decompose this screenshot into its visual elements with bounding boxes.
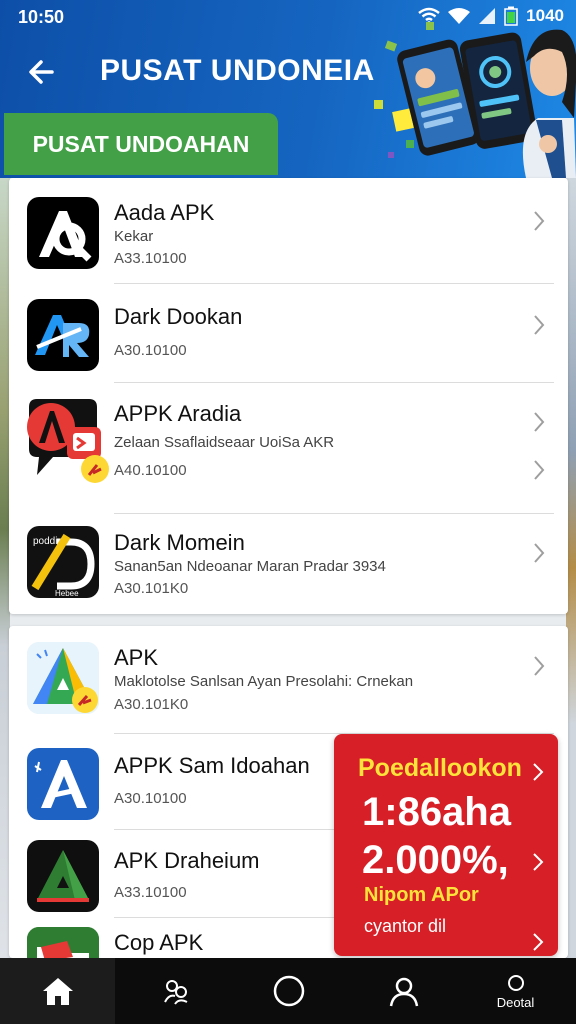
app-list-item[interactable]: poddi Hebee Dark Momein Sanan5an Ndeoana…	[9, 514, 568, 614]
page-title: PUSAT UNDONEIA	[100, 54, 375, 87]
home-icon	[42, 978, 73, 1005]
app-size: A33.10100	[114, 884, 187, 901]
promo-line-3: Nipom APor	[364, 884, 479, 906]
promo-illustration	[374, 22, 576, 178]
app-name: APPK Aradia	[114, 401, 242, 426]
circle-icon	[507, 974, 524, 991]
svg-text:Hebee: Hebee	[55, 589, 79, 598]
blue-a-logo-icon	[27, 748, 99, 820]
app-name: Dark Momein	[114, 530, 245, 555]
app-name: Dark Dookan	[114, 304, 243, 329]
promo-line-1: 1:86aha	[362, 790, 511, 834]
ar-logo-icon	[27, 299, 99, 371]
chevron-right-icon	[534, 412, 545, 432]
app-name: APK Draheium	[114, 848, 260, 873]
app-subtitle: Maklotolse Sanlsan Ayan Presolahi: Crnek…	[114, 673, 414, 690]
app-list-item[interactable]: Dark Dookan A30.10100	[9, 284, 568, 383]
app-name: Cop APK	[114, 930, 204, 955]
aa-logo-icon	[27, 197, 99, 269]
app-subtitle: Zelaan Ssaflaidseaar UoiSa AKR	[114, 434, 335, 451]
chevron-right-icon	[533, 763, 544, 781]
app-size: A40.10100	[114, 462, 187, 479]
app-size: A30.10100	[114, 342, 187, 359]
nav-community[interactable]	[118, 958, 233, 1024]
chevron-right-icon	[534, 656, 545, 676]
people-icon	[163, 980, 187, 1005]
download-center-banner[interactable]: PUSAT UNDOAHAN	[4, 113, 278, 175]
app-subtitle: Sanan5an Ndeoanar Maran Pradar 3934	[114, 558, 386, 575]
user-icon	[389, 977, 418, 1007]
app-name: APK	[114, 645, 159, 670]
map-triangle-logo-icon	[27, 642, 99, 714]
app-size: A30.101K0	[114, 580, 189, 597]
green-triangle-logo-icon	[27, 840, 99, 912]
circle-icon	[273, 975, 304, 1007]
nav-profile[interactable]	[346, 958, 461, 1024]
app-list-item[interactable]: APK Maklotolse Sanlsan Ayan Presolahi: C…	[9, 626, 568, 734]
promo-ad-box[interactable]: Poedallookon 1:86aha 2.000%, Nipom APor …	[334, 734, 558, 956]
chevron-right-icon	[533, 933, 544, 951]
chevron-right-icon	[534, 543, 545, 563]
app-size: A30.101K0	[114, 696, 189, 713]
nav-label: Deotal	[496, 994, 535, 1010]
nav-home[interactable]	[0, 958, 115, 1024]
folder-logo-icon	[27, 927, 99, 958]
d-slash-logo-icon: poddi Hebee	[27, 526, 99, 598]
chevron-right-icon	[534, 211, 545, 231]
nav-center[interactable]	[231, 958, 346, 1024]
app-name: Aada APK	[114, 200, 215, 225]
status-time: 10:50	[18, 7, 65, 27]
chevron-right-icon	[534, 460, 545, 480]
app-list-card: Aada APK Kekar A33.10100 Dark Dookan A30…	[9, 178, 568, 614]
promo-line-2: 2.000%,	[362, 838, 509, 882]
app-list-item[interactable]: Aada APK Kekar A33.10100	[9, 178, 568, 284]
app-size: A33.10100	[114, 250, 187, 267]
app-size: A30.10100	[114, 790, 187, 807]
back-arrow-icon[interactable]	[22, 52, 62, 92]
a-chat-logo-icon	[23, 397, 111, 485]
promo-line-4: cyantor dil	[364, 916, 447, 936]
bottom-navigation: Deotal	[0, 958, 576, 1024]
header: 10:50 1040 PUSAT UNDONEIA PUSAT UNDOAHAN	[0, 0, 576, 178]
nav-detail[interactable]: Deotal	[458, 958, 573, 1024]
svg-text:poddi: poddi	[33, 536, 57, 547]
promo-heading: Poedallookon	[358, 754, 522, 782]
app-name: APPK Sam Idoahan	[114, 753, 310, 778]
app-list-item[interactable]: APPK Aradia Zelaan Ssaflaidseaar UoiSa A…	[9, 383, 568, 514]
chevron-right-icon	[533, 853, 544, 871]
app-subtitle: Kekar	[114, 228, 154, 245]
chevron-right-icon	[534, 315, 545, 335]
